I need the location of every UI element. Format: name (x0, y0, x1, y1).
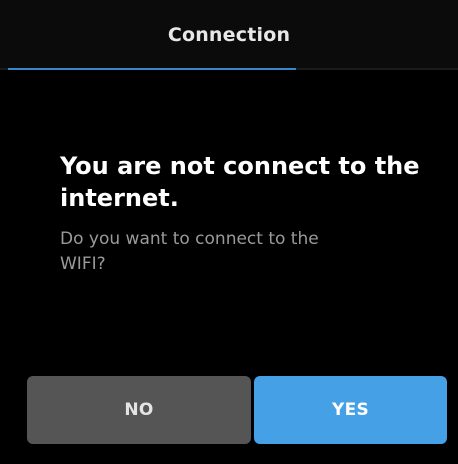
header-bar: Connection (0, 0, 458, 70)
dialog-message: Do you want to connect to the WIFI? (60, 229, 319, 274)
active-tab-indicator (8, 68, 296, 70)
yes-button[interactable]: YES (254, 376, 447, 444)
no-button[interactable]: NO (27, 376, 251, 444)
connection-screen: Connection You are not connect to the in… (0, 0, 458, 464)
page-title: Connection (167, 24, 291, 46)
dialog-heading: You are not connect to the internet. (60, 152, 420, 212)
